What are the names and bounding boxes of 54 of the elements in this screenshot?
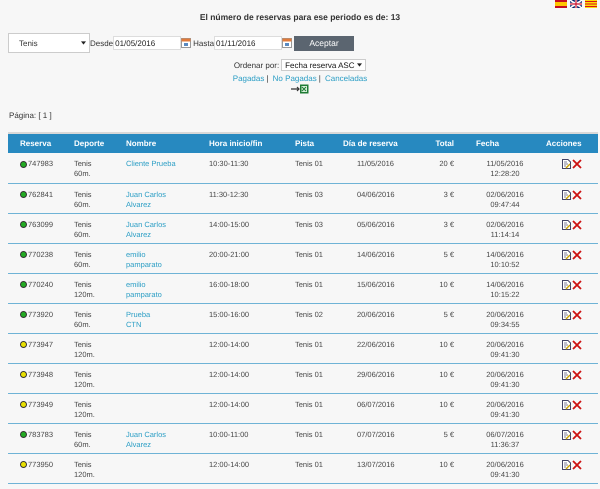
status-filter-link[interactable]: Canceladas [325,74,368,83]
column-header: Fecha [464,133,542,153]
delete-icon[interactable] [572,400,582,410]
column-header: Reserva [8,133,70,153]
uk-flag-icon[interactable] [570,0,582,8]
reservation-count-heading: El número de reservas para ese periodo es de: 13 [198,12,402,24]
link-separator: | [266,74,268,83]
delete-icon[interactable] [572,159,582,169]
column-header: Total [419,133,464,153]
delete-icon[interactable] [572,250,582,260]
sort-label: Ordenar por: [234,60,280,70]
edit-document-icon[interactable] [562,310,571,320]
sport-select[interactable]: Tenis [8,33,90,53]
calendar-icon[interactable] [282,38,292,48]
edit-document-icon[interactable] [562,370,571,380]
column-header: Nombre [122,133,205,153]
page-indicator: Página: [ 1 ] [9,111,53,122]
to-label: Hasta [193,38,214,48]
sort-select[interactable]: Fecha reserva ASC [281,59,366,71]
delete-icon[interactable] [572,460,582,470]
delete-icon[interactable] [572,310,582,320]
spreadsheet-export-icon[interactable] [291,84,309,94]
from-label: Desde [90,38,114,48]
column-header: Día de reserva [339,133,419,153]
column-header: Pista [291,133,339,153]
delete-icon[interactable] [572,280,582,290]
spain-flag-icon[interactable] [555,0,567,8]
from-date-field[interactable]: 01/05/2016 [113,36,182,50]
accept-button[interactable]: Aceptar [294,36,354,50]
edit-document-icon[interactable] [562,430,571,440]
delete-icon[interactable] [572,340,582,350]
edit-document-icon[interactable] [562,250,571,260]
edit-document-icon[interactable] [562,460,571,470]
link-separator: | [318,74,321,83]
delete-icon[interactable] [572,220,582,230]
edit-document-icon[interactable] [562,159,571,169]
dropdown-arrow-icon [357,63,362,67]
to-date-field[interactable]: 01/11/2016 [214,36,282,50]
column-header: Hora inicio/fin [205,133,291,153]
status-filter-link[interactable]: No Pagadas [272,74,317,83]
edit-document-icon[interactable] [562,220,571,230]
delete-icon[interactable] [572,190,582,200]
column-header: Acciones [542,133,598,153]
edit-document-icon[interactable] [562,400,571,410]
edit-document-icon[interactable] [562,190,571,200]
delete-icon[interactable] [572,430,582,440]
delete-icon[interactable] [572,370,582,380]
dropdown-arrow-icon [81,41,86,45]
column-header: Deporte [70,133,122,153]
edit-document-icon[interactable] [562,280,571,290]
edit-document-icon[interactable] [562,340,571,350]
status-filter-link[interactable]: Pagadas [232,74,264,83]
calendar-icon[interactable] [181,38,192,48]
catalan-flag-icon[interactable] [585,0,597,8]
